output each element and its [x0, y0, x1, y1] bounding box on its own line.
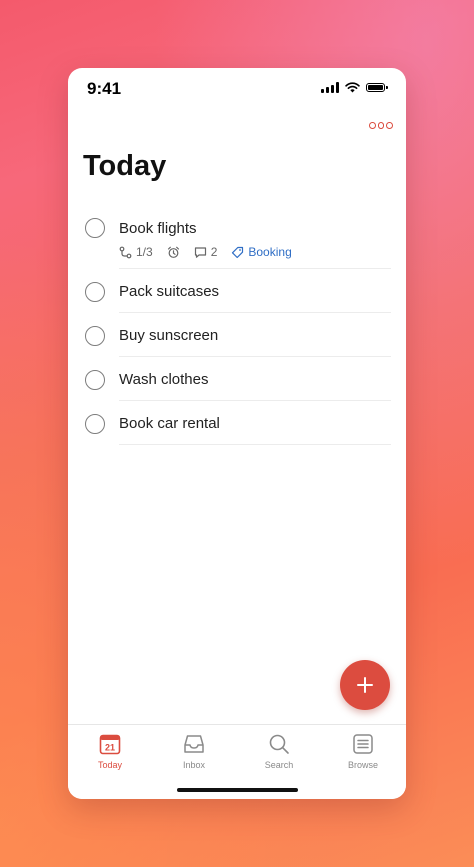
task-item[interactable]: Pack suitcases: [68, 269, 406, 313]
task-item[interactable]: Book car rental: [68, 401, 406, 445]
search-icon: [269, 734, 289, 754]
tab-icon-wrap: [268, 732, 290, 756]
tab-inbox[interactable]: Inbox: [152, 732, 236, 776]
tab-label: Search: [264, 760, 294, 770]
more-dot: [377, 121, 385, 129]
tab-icon-wrap: 21: [99, 732, 121, 756]
page-title: Today: [83, 150, 167, 182]
calendar-icon: 21: [99, 734, 121, 755]
task-list: Book flights 1/3 2 Booking Pack suitcase…: [68, 205, 406, 445]
tab-label: Inbox: [182, 760, 206, 770]
tab-bar: 21 Today Inbox Search Browse: [68, 724, 406, 799]
phone-screen: 9:41 Today Book flights 1/3 2 Booking Pa…: [68, 68, 406, 799]
task-title: Book flights: [119, 220, 197, 237]
task-title: Book car rental: [119, 415, 220, 432]
alarm-icon: [167, 246, 179, 258]
reminder-indicator: [167, 246, 180, 259]
task-checkbox[interactable]: [85, 282, 105, 302]
subtasks-indicator: 1/3: [119, 245, 153, 259]
tab-label: Browse: [347, 760, 378, 770]
more-dot: [386, 121, 394, 129]
subtasks-count: 1/3: [136, 245, 153, 259]
task-checkbox[interactable]: [85, 370, 105, 390]
tab-today[interactable]: 21 Today: [68, 732, 152, 776]
task-meta: 1/3 2 Booking: [119, 245, 306, 259]
tab-search[interactable]: Search: [237, 732, 321, 776]
status-icons: [321, 82, 388, 93]
subtask-icon: [119, 246, 132, 258]
tab-icon-wrap: [352, 732, 374, 756]
comment-icon: [194, 246, 206, 258]
task-checkbox[interactable]: [85, 218, 105, 238]
task-item[interactable]: Buy sunscreen: [68, 313, 406, 357]
browse-icon: [353, 734, 373, 754]
inbox-icon: [184, 735, 204, 753]
task-checkbox[interactable]: [85, 414, 105, 434]
battery-icon: [366, 83, 388, 92]
task-divider: [119, 444, 391, 445]
task-title: Pack suitcases: [119, 283, 220, 300]
status-time: 9:41: [87, 79, 122, 98]
cellular-signal-icon: [321, 82, 339, 93]
label-tag[interactable]: Booking: [231, 245, 292, 259]
calendar-date: 21: [105, 743, 115, 753]
comments-count: 2: [210, 245, 218, 259]
more-horizontal-icon: [369, 121, 376, 129]
comments-indicator: 2: [194, 245, 218, 259]
tab-browse[interactable]: Browse: [321, 732, 405, 776]
tag-icon: [232, 246, 244, 258]
label-text: Booking: [248, 245, 292, 259]
add-task-button[interactable]: [340, 660, 390, 710]
task-item[interactable]: Book flights 1/3 2 Booking: [68, 205, 406, 269]
status-bar: 9:41: [68, 68, 406, 112]
task-item[interactable]: Wash clothes: [68, 357, 406, 401]
task-title: Buy sunscreen: [119, 327, 219, 344]
tab-icon-wrap: [183, 732, 205, 756]
plus-icon: [357, 677, 373, 693]
tab-label: Today: [97, 760, 123, 770]
more-options-button[interactable]: [369, 118, 394, 132]
wifi-icon: [345, 82, 360, 93]
task-title: Wash clothes: [119, 371, 209, 388]
task-checkbox[interactable]: [85, 326, 105, 346]
home-indicator[interactable]: [177, 788, 298, 792]
